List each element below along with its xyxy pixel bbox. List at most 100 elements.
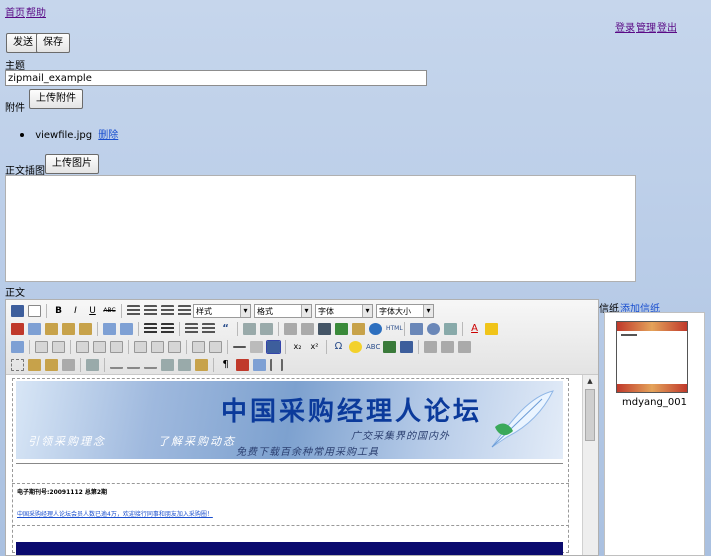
special-char-icon[interactable]: Ω [332,341,345,353]
manage-link[interactable]: 管理 [636,19,656,34]
subject-input[interactable] [5,70,427,86]
replace-icon[interactable] [120,323,133,335]
font-select[interactable]: 字体 [315,304,373,318]
ins-icon[interactable] [178,359,191,371]
attribs-icon[interactable] [195,359,208,371]
horizontal-rule-icon[interactable] [233,346,246,348]
upload-image-button[interactable]: 上传图片 [45,154,99,174]
subscript-icon[interactable]: x₂ [291,341,304,353]
rtl-icon[interactable] [441,341,454,353]
time-icon[interactable] [427,323,440,335]
emoticon-icon[interactable] [349,341,362,353]
feather-icon [491,390,554,448]
pagebreak-icon[interactable] [270,359,283,371]
new-doc-icon[interactable] [28,305,41,317]
remove-format-icon[interactable] [250,341,263,353]
numbered-list-icon[interactable] [161,323,174,335]
cite-icon[interactable] [110,361,123,369]
outdent-icon[interactable] [185,323,198,335]
banner-slogan-bottom: 免费下载百余种常用采购工具 [236,447,379,458]
find-icon[interactable] [103,323,116,335]
link-icon[interactable] [284,323,297,335]
strikethrough-icon[interactable]: ABC [103,305,116,317]
move-backward-icon[interactable] [45,359,58,371]
delete-col-icon[interactable] [168,341,181,353]
style-props-icon[interactable] [86,359,99,371]
paste-word-icon[interactable] [79,323,92,335]
visual-chars-icon[interactable]: ¶ [219,359,232,371]
media-icon[interactable] [383,341,396,353]
save-doc-icon[interactable] [11,305,24,317]
html-source-icon[interactable]: HTML [386,323,403,335]
scroll-thumb[interactable] [585,389,595,441]
attachment-delete-link[interactable]: 删除 [98,130,118,141]
home-link[interactable]: 首页 [5,4,25,19]
bullet-list-icon[interactable] [144,323,157,335]
merge-cells-icon[interactable] [209,341,222,353]
cut-icon[interactable] [11,323,24,335]
redo-icon[interactable] [260,323,273,335]
table-icon[interactable] [35,341,48,353]
align-justify-icon[interactable] [178,305,191,317]
col-before-icon[interactable] [134,341,147,353]
del-icon[interactable] [161,359,174,371]
superscript-icon[interactable]: x² [308,341,321,353]
date-icon[interactable] [410,323,423,335]
paste-icon[interactable] [45,323,58,335]
login-link[interactable]: 登录 [615,19,635,34]
style-select[interactable]: 样式 [193,304,251,318]
move-forward-icon[interactable] [28,359,41,371]
template-icon[interactable] [253,359,266,371]
editor-scrollbar[interactable]: ▲ [582,375,598,555]
align-right-icon[interactable] [161,305,174,317]
underline-icon[interactable]: U [86,305,99,317]
cleanup-icon[interactable] [352,323,365,335]
bold-icon[interactable]: B [52,305,65,317]
abbr-icon[interactable] [127,361,140,369]
editor-content[interactable]: 中国采购经理人论坛 引领采购理念 了解采购动态 广交采集界的国内外 免费下载百余… [6,375,584,555]
align-center-icon[interactable] [144,305,157,317]
delete-row-icon[interactable] [110,341,123,353]
row-after-icon[interactable] [93,341,106,353]
copy-icon[interactable] [28,323,41,335]
help-link[interactable]: 帮助 [26,4,46,19]
highlight-color-icon[interactable] [485,323,498,335]
col-after-icon[interactable] [151,341,164,353]
anchor-icon[interactable] [318,323,331,335]
table-props-icon[interactable] [52,341,65,353]
absolute-icon[interactable] [62,359,75,371]
ltr-icon[interactable] [424,341,437,353]
row-before-icon[interactable] [76,341,89,353]
text-color-icon[interactable]: A [468,323,481,335]
send-button[interactable]: 发送 [6,33,40,53]
print-icon[interactable] [400,341,413,353]
undo-icon[interactable] [243,323,256,335]
spellcheck-icon[interactable]: ABC [366,341,380,353]
visual-aid-icon[interactable] [266,340,281,354]
save-button[interactable]: 保存 [36,33,70,53]
paste-text-icon[interactable] [62,323,75,335]
scroll-up-icon[interactable]: ▲ [585,377,595,385]
image-icon[interactable] [335,323,348,335]
member-notice[interactable]: 中国采购经理人论坛会员人数已逾4万，欢迎接行同事和朋友加入采购圈！ [17,509,213,518]
stationery-thumbnail[interactable] [616,321,688,393]
insert-layer-icon[interactable] [11,359,24,371]
font-size-select[interactable]: 字体大小 [376,304,434,318]
format-select[interactable]: 格式 [254,304,312,318]
italic-icon[interactable]: I [69,305,82,317]
edit-css-icon[interactable] [11,341,24,353]
align-left-icon[interactable] [127,305,140,317]
preview-icon[interactable] [444,323,457,335]
split-cells-icon[interactable] [192,341,205,353]
nonbreaking-icon[interactable] [236,359,249,371]
help-icon[interactable] [369,323,382,335]
inline-image-area[interactable] [5,175,636,282]
rich-text-editor[interactable]: B I U ABC 样式 格式 字体 字体大小 [5,299,599,556]
blockquote-icon[interactable]: “ [219,323,232,335]
fullscreen-icon[interactable] [458,341,471,353]
upload-attachment-button[interactable]: 上传附件 [29,89,83,109]
unlink-icon[interactable] [301,323,314,335]
acronym-icon[interactable] [144,361,157,369]
indent-icon[interactable] [202,323,215,335]
logout-link[interactable]: 登出 [657,19,677,34]
